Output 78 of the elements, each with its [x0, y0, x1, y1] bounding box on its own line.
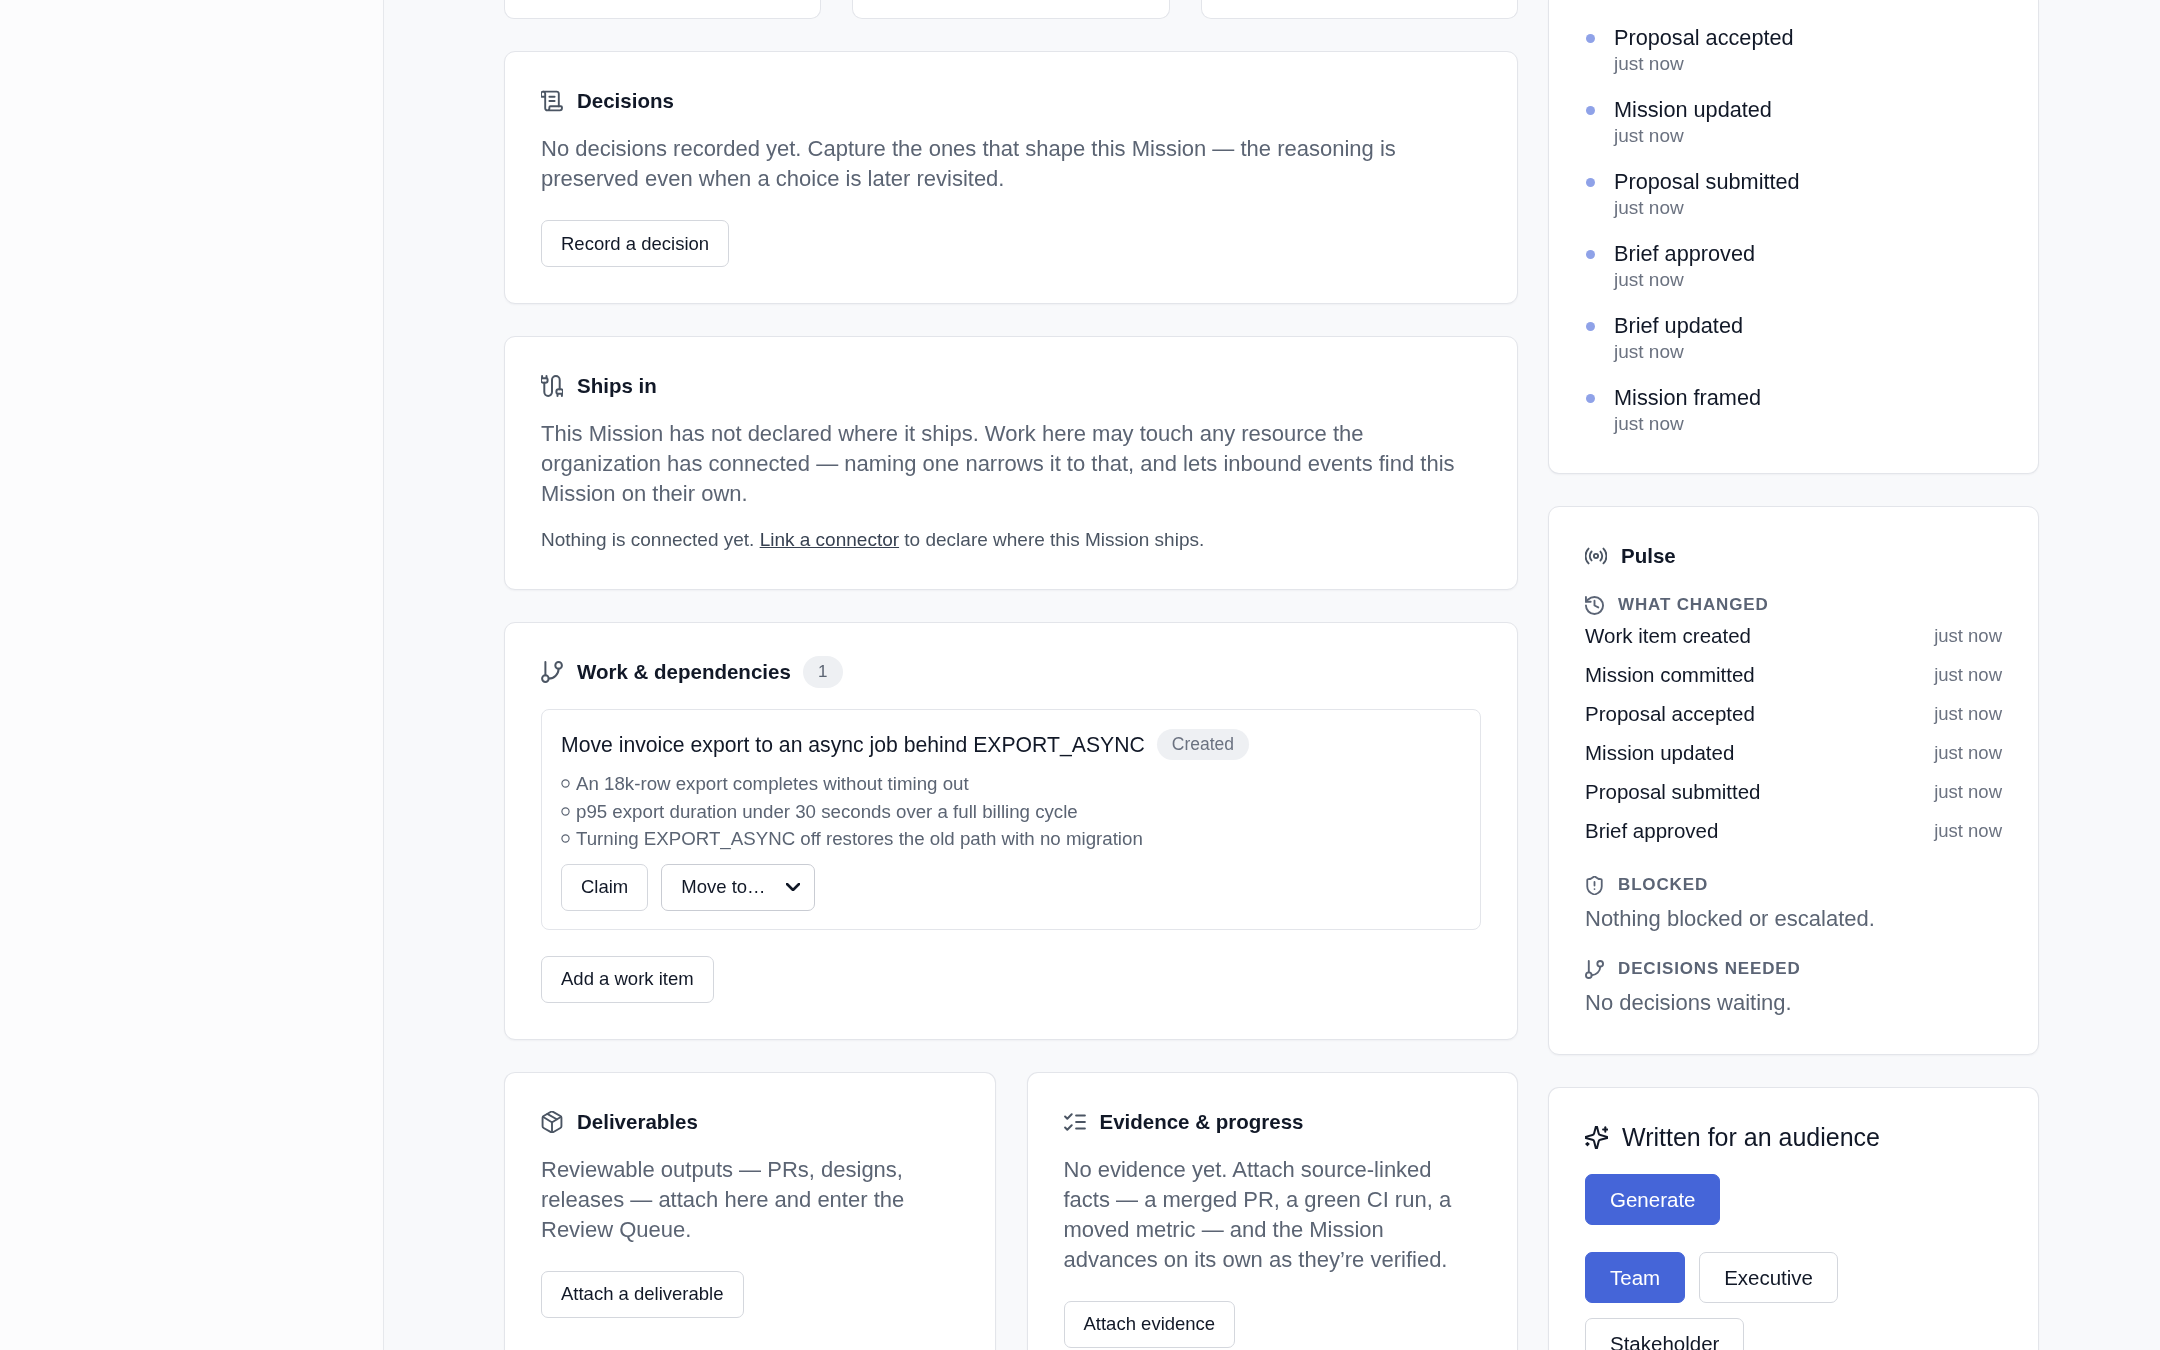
timeline-dot-icon [1586, 178, 1595, 187]
change-time: just now [1934, 624, 2002, 647]
change-time: just now [1934, 741, 2002, 764]
work-item-title: Move invoice export to an async job behind EXPORT_ASYNC [561, 731, 1145, 759]
card-title: Decisions [577, 88, 674, 114]
card-description: This Mission has not declared where it ships. Work here may touch any resource the organization has connected — naming one narrows it to that, and lets inbound events find this Mission on their own. [541, 420, 1456, 508]
count-badge: 1 [802, 656, 843, 688]
sparkles-icon [1585, 1125, 1608, 1149]
generate-button[interactable]: Generate [1585, 1174, 1721, 1225]
change-time: just now [1934, 780, 2002, 803]
audience-option[interactable]: Team [1585, 1252, 1686, 1303]
attach-evidence-button[interactable]: Attach evidence [1063, 1300, 1236, 1348]
event-time: just now [1614, 196, 1685, 220]
criterion-text: Turning EXPORT_ASYNC off restores the old path with no migration [576, 827, 1143, 852]
add-work-item-button[interactable]: Add a work item [541, 955, 714, 1003]
bullet-icon [561, 806, 570, 816]
claim-button[interactable]: Claim [561, 863, 649, 911]
package-icon [541, 1110, 563, 1133]
change-title: Mission committed [1585, 662, 1755, 687]
event-time: just now [1614, 52, 1685, 76]
section-label: DECISIONS NEEDED [1618, 959, 1801, 979]
card-description: No evidence yet. Attach source-linked facts — a merged PR, a green CI run, a moved metric — and the Mission advances on its own as they’re verified. [1063, 1155, 1453, 1274]
event-time: just now [1614, 268, 1685, 292]
event-title: Mission framed [1614, 384, 1762, 412]
change-title: Work item created [1585, 623, 1751, 648]
branch-icon [541, 661, 563, 683]
event-time: just now [1614, 124, 1685, 148]
timeline-dot-icon [1586, 34, 1595, 43]
section-label: BLOCKED [1618, 875, 1708, 895]
section-message: Nothing blocked or escalated. [1585, 905, 1876, 933]
bullet-icon [561, 779, 570, 789]
change-title: Proposal submitted [1585, 779, 1761, 804]
change-time: just now [1934, 702, 2002, 725]
caret-icon [786, 883, 801, 891]
event-time: just now [1614, 340, 1685, 364]
card-title: Written for an audience [1622, 1122, 1881, 1152]
card-title: Work & dependencies [577, 659, 791, 685]
card-title: Pulse [1621, 543, 1676, 569]
audience-option[interactable]: Stakeholder [1585, 1318, 1745, 1350]
card-title: Deliverables [577, 1108, 698, 1135]
attach-deliverable-button[interactable]: Attach a deliverable [541, 1270, 744, 1318]
cable-icon [541, 375, 563, 397]
change-title: Proposal accepted [1585, 701, 1755, 726]
branch-icon [1585, 959, 1604, 979]
card-title: Ships in [577, 373, 657, 399]
section-message: No decisions waiting. [1585, 989, 1793, 1017]
link-a-connector-link[interactable]: Link a connector [759, 529, 900, 550]
change-title: Brief approved [1585, 818, 1719, 843]
criterion-text: An 18k-row export completes without timing out [576, 772, 969, 796]
status-badge: Created [1156, 729, 1249, 760]
timeline-dot-icon [1586, 106, 1595, 115]
move-to-select[interactable]: Move to… [661, 863, 816, 911]
record-decision-button[interactable]: Record a decision [541, 220, 730, 267]
timeline-dot-icon [1586, 250, 1595, 259]
change-time: just now [1934, 819, 2002, 842]
timeline-dot-icon [1586, 394, 1595, 403]
history-icon [1585, 595, 1604, 615]
checklist-icon [1063, 1110, 1086, 1133]
event-title: Mission updated [1614, 96, 1772, 124]
scroll-icon [541, 90, 563, 112]
card-description: Reviewable outputs — PRs, designs, releases — attach here and enter the Review Queue. [541, 1155, 906, 1244]
shield-alert-icon [1585, 875, 1604, 895]
card-description: No decisions recorded yet. Capture the ones that shape this Mission — the reasoning is preserved even when a choice is later revisited. [541, 135, 1397, 193]
connector-note: Nothing is connected yet. Link a connector to declare where this Mission ships. [541, 528, 1206, 552]
bullet-icon [561, 834, 570, 844]
change-time: just now [1934, 663, 2002, 686]
event-title: Brief approved [1614, 240, 1756, 268]
audience-option[interactable]: Executive [1699, 1252, 1839, 1303]
event-title: Proposal submitted [1614, 168, 1800, 196]
timeline-dot-icon [1586, 322, 1595, 331]
change-title: Mission updated [1585, 740, 1735, 765]
section-label: WHAT CHANGED [1618, 595, 1769, 615]
criterion-text: p95 export duration under 30 seconds over a full billing cycle [576, 799, 1078, 824]
card-title: Evidence & progress [1099, 1108, 1304, 1135]
event-time: just now [1614, 412, 1685, 436]
event-title: Proposal accepted [1614, 24, 1794, 52]
broadcast-icon [1585, 545, 1607, 567]
event-title: Brief updated [1614, 312, 1743, 340]
